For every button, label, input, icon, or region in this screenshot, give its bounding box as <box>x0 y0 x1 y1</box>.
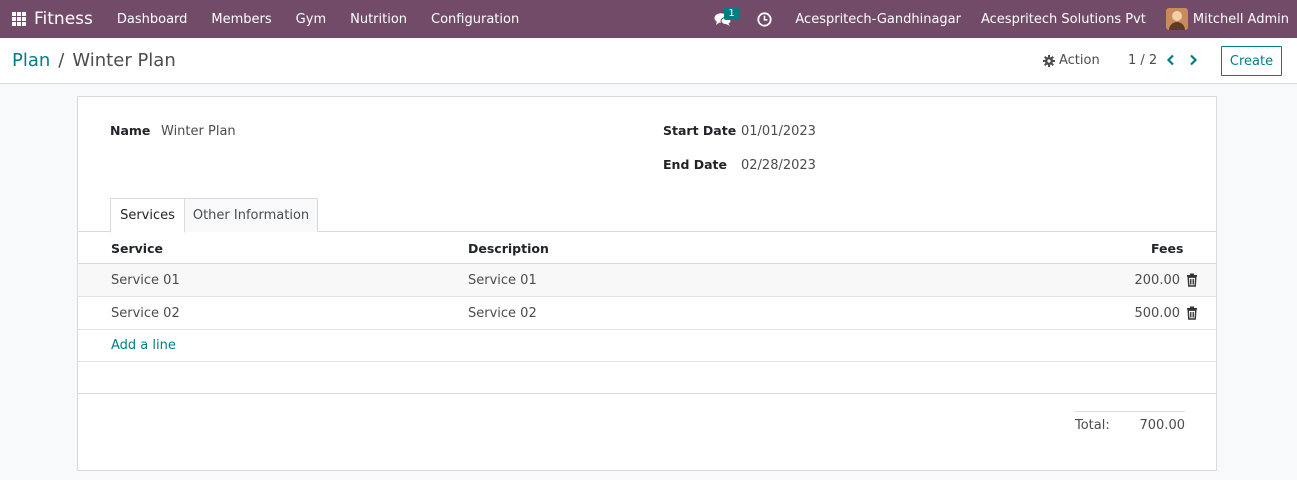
name-field[interactable]: Winter Plan <box>161 124 236 139</box>
add-line-link[interactable]: Add a line <box>111 338 176 353</box>
end-date-field[interactable]: 02/28/2023 <box>741 158 816 173</box>
messaging-button[interactable]: 1 <box>707 0 739 38</box>
add-line-row: Add a line <box>78 329 1216 362</box>
trash-icon[interactable] <box>1186 273 1198 287</box>
avatar <box>1165 8 1188 30</box>
menu-item-configuration[interactable]: Configuration <box>419 12 531 27</box>
table-footer-row <box>78 362 1216 394</box>
tab-other-information-label: Other Information <box>192 208 310 223</box>
description-cell: Service 01 <box>468 273 537 288</box>
description-cell: Service 02 <box>468 306 537 321</box>
fees-cell: 200.00 <box>1134 273 1181 288</box>
action-button[interactable]: Action <box>1043 53 1100 68</box>
pager-next-button[interactable] <box>1185 51 1201 69</box>
menu-item-dashboard[interactable]: Dashboard <box>105 12 200 27</box>
breadcrumb-plan-link[interactable]: Plan <box>12 50 50 71</box>
apps-menu-icon[interactable] <box>0 0 38 38</box>
column-header-service[interactable]: Service <box>111 241 163 256</box>
tab-other-information[interactable]: Other Information <box>184 198 318 232</box>
pager-value[interactable]: 1 / 2 <box>1128 53 1157 68</box>
gear-icon <box>1043 54 1055 67</box>
menu-item-members[interactable]: Members <box>199 12 283 27</box>
breadcrumb-current: Winter Plan <box>72 50 176 71</box>
total-value: 700.00 <box>1139 418 1186 433</box>
chevron-left-icon <box>1166 54 1174 66</box>
menu-item-nutrition[interactable]: Nutrition <box>338 12 419 27</box>
company-switcher[interactable]: Acespritech Solutions Pvt <box>971 12 1156 27</box>
service-cell: Service 01 <box>111 273 180 288</box>
trash-icon[interactable] <box>1186 306 1198 320</box>
clock-icon <box>757 11 772 27</box>
fees-cell: 500.00 <box>1134 306 1181 321</box>
control-panel: Plan / Winter Plan Action 1 / 2 Create <box>0 38 1297 84</box>
user-name: Mitchell Admin <box>1192 11 1289 27</box>
pager-previous-button[interactable] <box>1163 51 1179 69</box>
service-cell: Service 02 <box>111 306 180 321</box>
column-header-description[interactable]: Description <box>468 241 549 256</box>
start-date-field[interactable]: 01/01/2023 <box>741 124 816 139</box>
menu-item-gym[interactable]: Gym <box>284 12 338 27</box>
notebook-tabs: Services Other Information <box>78 198 1216 233</box>
tab-services-label: Services <box>120 208 175 223</box>
column-header-fees[interactable]: Fees <box>1151 241 1183 256</box>
services-table-header: Service Description Fees <box>78 232 1216 264</box>
tab-services[interactable]: Services <box>110 198 185 233</box>
user-menu[interactable]: Mitchell Admin <box>1156 8 1297 30</box>
total-label: Total: <box>1075 418 1110 433</box>
end-date-label: End Date <box>663 157 728 172</box>
chevron-right-icon <box>1190 54 1198 66</box>
breadcrumb: Plan / Winter Plan <box>12 50 176 71</box>
form-sheet: Name Winter Plan Start Date 01/01/2023 E… <box>77 96 1217 471</box>
create-button[interactable]: Create <box>1221 46 1282 76</box>
breadcrumb-separator: / <box>58 50 65 71</box>
table-row[interactable]: Service 01 Service 01 200.00 <box>78 264 1216 297</box>
activity-button[interactable] <box>747 0 781 38</box>
total-divider <box>1075 411 1185 412</box>
start-date-label: Start Date <box>663 123 737 138</box>
action-label: Action <box>1059 53 1100 68</box>
app-name[interactable]: Fitness <box>34 9 93 29</box>
table-row[interactable]: Service 02 Service 02 500.00 <box>78 297 1216 330</box>
name-label: Name <box>110 123 151 138</box>
top-navbar: Fitness Dashboard Members Gym Nutrition … <box>0 0 1297 38</box>
branch-switcher[interactable]: Acespritech-Gandhinagar <box>785 12 971 27</box>
chat-count-badge: 1 <box>724 7 739 20</box>
